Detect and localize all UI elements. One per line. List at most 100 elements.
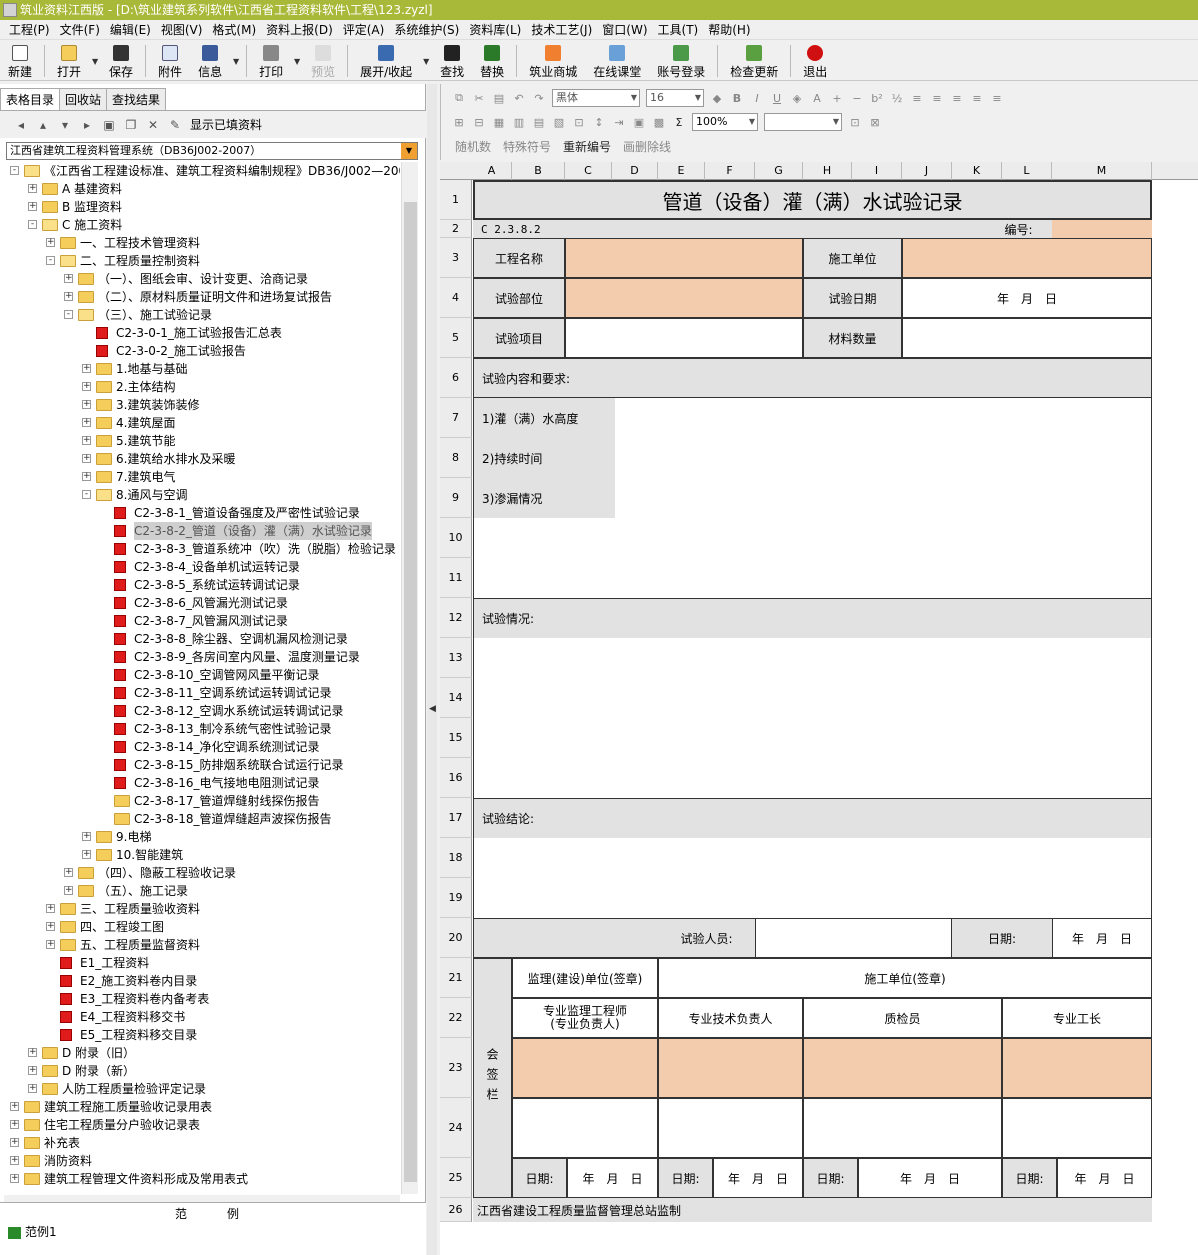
sum-icon[interactable]: Σ bbox=[669, 113, 689, 131]
paste-icon[interactable]: ▤ bbox=[489, 89, 509, 107]
row-header[interactable]: 12 bbox=[440, 598, 472, 638]
contractor-input[interactable] bbox=[902, 238, 1152, 278]
menu-item[interactable]: 窗口(W) bbox=[597, 21, 652, 38]
font-color-icon[interactable]: A bbox=[807, 89, 827, 107]
tree-node[interactable]: + B 监理资料 bbox=[4, 198, 400, 216]
print-dropdown[interactable]: ▼ bbox=[291, 42, 303, 80]
preview-button[interactable]: 预览 bbox=[303, 42, 343, 80]
mall-button[interactable]: 筑业商城 bbox=[521, 42, 585, 80]
tree-node[interactable]: C2-3-8-13_制冷系统气密性试验记录 bbox=[4, 720, 400, 738]
expand-toggle-icon[interactable]: + bbox=[82, 472, 91, 481]
undo-icon[interactable]: ↶ bbox=[509, 89, 529, 107]
signature-input[interactable] bbox=[512, 1038, 658, 1098]
align-right-icon[interactable]: ≡ bbox=[967, 89, 987, 107]
expand-toggle-icon[interactable]: + bbox=[82, 454, 91, 463]
test-date-input[interactable]: 年 月 日 bbox=[902, 278, 1152, 318]
zoom-select[interactable]: 100% ▼ bbox=[692, 113, 758, 131]
border-color-icon[interactable]: ⊠ bbox=[865, 113, 885, 131]
expand-toggle-icon[interactable]: + bbox=[28, 1084, 37, 1093]
expand-toggle-icon[interactable]: + bbox=[82, 418, 91, 427]
image-icon[interactable]: ▣ bbox=[629, 113, 649, 131]
tree-node[interactable]: + （二）、原材料质量证明文件和进场复试报告 bbox=[4, 288, 400, 306]
menu-item[interactable]: 视图(V) bbox=[156, 21, 208, 38]
tree-node[interactable]: + 人防工程质量检验评定记录 bbox=[4, 1080, 400, 1098]
row-header[interactable]: 14 bbox=[440, 678, 472, 718]
new-button[interactable]: 新建 bbox=[0, 42, 40, 80]
tree-node[interactable]: C2-3-8-9_各房间室内风量、温度测量记录 bbox=[4, 648, 400, 666]
tree-node[interactable]: C2-3-8-15_防排烟系统联合试运行记录 bbox=[4, 756, 400, 774]
exit-button[interactable]: 退出 bbox=[795, 42, 835, 80]
tree-node[interactable]: E2_施工资料卷内目录 bbox=[4, 972, 400, 990]
tree-node[interactable]: + 补充表 bbox=[4, 1134, 400, 1152]
tree-node[interactable]: E4_工程资料移交书 bbox=[4, 1008, 400, 1026]
material-qty-input[interactable] bbox=[902, 318, 1152, 358]
tree-node[interactable]: + 消防资料 bbox=[4, 1152, 400, 1170]
tab-search-results[interactable]: 查找结果 bbox=[106, 88, 167, 110]
sign-date-input[interactable]: 年 月 日 bbox=[567, 1158, 658, 1198]
save-button[interactable]: 保存 bbox=[101, 42, 141, 80]
signature-input[interactable] bbox=[803, 1038, 1002, 1098]
menu-item[interactable]: 资料库(L) bbox=[464, 21, 526, 38]
row-header[interactable]: 5 bbox=[440, 318, 472, 358]
column-header[interactable]: F bbox=[705, 162, 755, 180]
row-header[interactable]: 25 bbox=[440, 1158, 472, 1198]
copy-icon[interactable]: ❐ bbox=[120, 115, 142, 135]
row-header[interactable]: 9 bbox=[440, 478, 472, 518]
test-location-input[interactable] bbox=[565, 278, 803, 318]
column-header[interactable]: A bbox=[472, 162, 512, 180]
online-class-button[interactable]: 在线课堂 bbox=[585, 42, 649, 80]
row-header[interactable]: 10 bbox=[440, 518, 472, 558]
sign-date-input[interactable]: 年 月 日 bbox=[858, 1158, 1002, 1198]
collapse-toggle-icon[interactable]: - bbox=[64, 310, 73, 319]
row-header[interactable]: 4 bbox=[440, 278, 472, 318]
delete-row-icon[interactable]: ▤ bbox=[529, 113, 549, 131]
tree-node[interactable]: C2-3-8-17_管道焊缝射线探伤报告 bbox=[4, 792, 400, 810]
tree-node[interactable]: C2-3-8-16_电气接地电阻测试记录 bbox=[4, 774, 400, 792]
fill-color-icon[interactable]: ◈ bbox=[787, 89, 807, 107]
tab-recycle-bin[interactable]: 回收站 bbox=[59, 88, 108, 110]
font-size-select[interactable]: 16 ▼ bbox=[646, 89, 704, 107]
tree-node[interactable]: + （一）、图纸会审、设计变更、洽商记录 bbox=[4, 270, 400, 288]
column-header[interactable]: K bbox=[952, 162, 1002, 180]
renumber-button[interactable]: 重新编号 bbox=[557, 138, 617, 155]
tree-node[interactable]: C2-3-8-12_空调水系统试运转调试记录 bbox=[4, 702, 400, 720]
copy-format-icon[interactable]: ⧉ bbox=[449, 89, 469, 107]
row-header[interactable]: 17 bbox=[440, 798, 472, 838]
expand-toggle-icon[interactable]: + bbox=[10, 1156, 19, 1165]
item-duration-input[interactable] bbox=[615, 438, 1152, 478]
expand-toggle-icon[interactable]: + bbox=[64, 868, 73, 877]
split-icon[interactable]: ⊟ bbox=[469, 113, 489, 131]
collapse-arrow-icon[interactable]: ◀ bbox=[429, 704, 436, 714]
expand-toggle-icon[interactable]: + bbox=[10, 1120, 19, 1129]
indent-icon[interactable]: ⇥ bbox=[609, 113, 629, 131]
tree-node[interactable]: C2-3-0-1_施工试验报告汇总表 bbox=[4, 324, 400, 342]
row-header[interactable]: 7 bbox=[440, 398, 472, 438]
tree-node[interactable]: C2-3-8-7_风管漏风测试记录 bbox=[4, 612, 400, 630]
border-icon[interactable]: ⊡ bbox=[845, 113, 865, 131]
tree-node[interactable]: E5_工程资料移交目录 bbox=[4, 1026, 400, 1044]
row-header[interactable]: 8 bbox=[440, 438, 472, 478]
tab-table-catalog[interactable]: 表格目录 bbox=[0, 88, 61, 111]
align-left-icon[interactable]: ≡ bbox=[927, 89, 947, 107]
collapse-toggle-icon[interactable]: - bbox=[28, 220, 37, 229]
panel-splitter[interactable]: ◀ bbox=[427, 84, 437, 1255]
row-header[interactable]: 1 bbox=[440, 180, 472, 220]
add-table-icon[interactable]: ▣ bbox=[98, 115, 120, 135]
cut-icon[interactable]: ✂ bbox=[469, 89, 489, 107]
account-login-button[interactable]: 账号登录 bbox=[649, 42, 713, 80]
delete-col-icon[interactable]: ▧ bbox=[549, 113, 569, 131]
expand-toggle-icon[interactable]: + bbox=[28, 1048, 37, 1057]
tree-node[interactable]: - （三）、施工试验记录 bbox=[4, 306, 400, 324]
italic-icon[interactable]: I bbox=[747, 89, 767, 107]
merge-icon[interactable]: ⊞ bbox=[449, 113, 469, 131]
expand-toggle-icon[interactable]: + bbox=[28, 202, 37, 211]
column-header[interactable]: H bbox=[803, 162, 852, 180]
expand-toggle-icon[interactable]: + bbox=[82, 436, 91, 445]
open-button[interactable]: 打开 bbox=[49, 42, 89, 80]
collapse-toggle-icon[interactable]: - bbox=[82, 490, 91, 499]
expand-collapse-button[interactable]: 展开/收起 bbox=[352, 42, 420, 80]
item-height-input[interactable] bbox=[615, 398, 1152, 438]
fraction-icon[interactable]: ½ bbox=[887, 89, 907, 107]
redo-icon[interactable]: ↷ bbox=[529, 89, 549, 107]
menu-item[interactable]: 文件(F) bbox=[55, 21, 105, 38]
